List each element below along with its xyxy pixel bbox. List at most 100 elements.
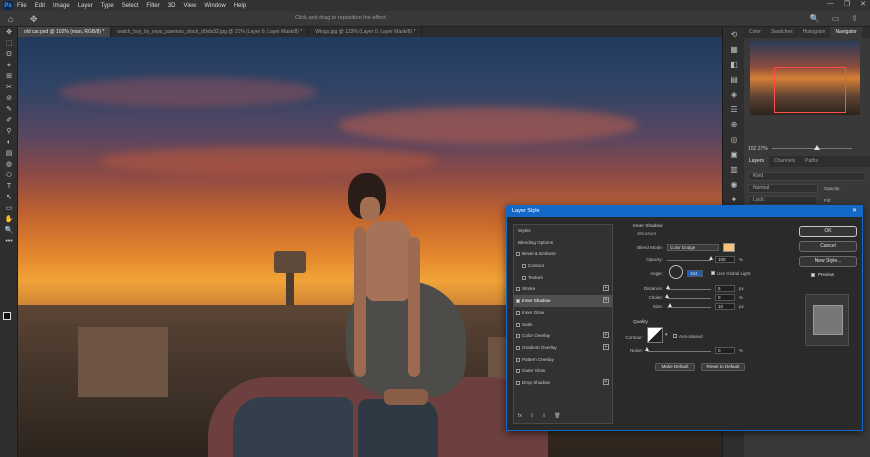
noise-slider[interactable] — [647, 351, 711, 352]
maximize-icon[interactable]: ❐ — [844, 0, 850, 8]
dialog-title-bar[interactable]: Layer Style ✕ — [507, 206, 862, 217]
size-slider-knob[interactable] — [668, 303, 673, 307]
ok-button[interactable]: OK — [799, 226, 857, 237]
info-icon[interactable]: ◎ — [723, 132, 745, 147]
fx-icon[interactable]: fx — [518, 413, 522, 419]
tab-layers[interactable]: Layers — [744, 156, 770, 167]
tab-wings[interactable]: Wings.jpg @ 133% (Layer 0, Layer Mask/8)… — [309, 27, 423, 37]
cancel-button[interactable]: Cancel — [799, 241, 857, 252]
search-icon[interactable]: 🔍 — [810, 14, 820, 23]
zoom-tool-icon[interactable]: 🔍 — [0, 225, 18, 236]
angle-dial[interactable] — [669, 265, 683, 279]
size-input[interactable]: 10 — [715, 303, 735, 310]
menu-layer[interactable]: Layer — [74, 3, 97, 9]
add-stroke-icon[interactable]: + — [603, 285, 609, 292]
blend-mode-select[interactable]: Color Dodge — [667, 244, 719, 251]
menu-window[interactable]: Window — [200, 3, 229, 9]
menu-select[interactable]: Select — [118, 3, 143, 9]
navigator-view-frame[interactable] — [774, 67, 846, 113]
brushes-icon[interactable]: ▣ — [723, 147, 745, 162]
navigator-zoom-slider[interactable] — [772, 148, 852, 149]
contour-picker[interactable] — [647, 327, 663, 343]
color-overlay-checkbox[interactable] — [516, 334, 520, 339]
tab-watch-boy[interactable]: watch_boy_by_esys_pawmas_stock_d0xfa32.j… — [111, 27, 310, 37]
pattern-overlay-checkbox[interactable] — [516, 357, 520, 362]
distance-input[interactable]: 5 — [715, 285, 735, 292]
make-default-button[interactable]: Make Default — [655, 363, 695, 371]
gradient-overlay-checkbox[interactable] — [516, 345, 520, 350]
chevron-down-icon[interactable]: ▾ — [665, 332, 668, 338]
add-color-overlay-icon[interactable]: + — [603, 332, 609, 339]
properties-icon[interactable]: ▦ — [723, 42, 745, 57]
marquee-tool-icon[interactable]: ⬚ — [0, 38, 18, 49]
gradient-tool-icon[interactable]: ◍ — [0, 159, 18, 170]
menu-type[interactable]: Type — [97, 3, 118, 9]
angle-input[interactable]: 104 — [687, 270, 703, 277]
use-global-light-checkbox[interactable] — [711, 271, 715, 275]
tab-color[interactable]: Color — [744, 27, 766, 38]
noise-slider-knob[interactable] — [644, 347, 649, 351]
contour-item[interactable]: Contour — [514, 260, 612, 272]
opacity-input[interactable]: 100 — [715, 256, 735, 263]
outer-glow-item[interactable]: Outer Glow — [514, 365, 612, 377]
size-slider[interactable] — [667, 307, 711, 308]
move-up-icon[interactable]: ⇧ — [530, 413, 534, 419]
choke-slider-knob[interactable] — [664, 294, 669, 298]
delete-effect-icon[interactable]: 🗑 — [554, 413, 560, 419]
eraser-tool-icon[interactable]: ▤ — [0, 148, 18, 159]
stroke-item[interactable]: Stroke + — [514, 283, 612, 295]
hand-tool-icon[interactable]: ✋ — [0, 214, 18, 225]
brush-tool-icon[interactable]: ✐ — [0, 115, 18, 126]
clone-source-icon[interactable]: ▥ — [723, 162, 745, 177]
foreground-color-swatch[interactable] — [3, 312, 11, 320]
blend-mode-select[interactable]: Normal — [748, 184, 818, 193]
quick-select-tool-icon[interactable]: ⌖ — [0, 60, 18, 71]
dodge-tool-icon[interactable]: ⬭ — [0, 170, 18, 181]
drop-shadow-item[interactable]: Drop Shadow + — [514, 377, 612, 389]
choke-input[interactable]: 0 — [715, 294, 735, 301]
path-select-tool-icon[interactable]: ↖ — [0, 192, 18, 203]
inner-shadow-checkbox[interactable] — [516, 299, 520, 304]
add-inner-shadow-icon[interactable]: + — [603, 297, 609, 304]
adjustments-icon[interactable]: ◧ — [723, 57, 745, 72]
rectangle-tool-icon[interactable]: ▭ — [0, 203, 18, 214]
move-tool-icon[interactable]: ✥ — [0, 27, 18, 38]
menu-edit[interactable]: Edit — [31, 3, 49, 9]
texture-item[interactable]: Texture — [514, 272, 612, 284]
history-icon[interactable]: ⟲ — [723, 27, 745, 42]
bevel-emboss-item[interactable]: Bevel & Emboss — [514, 248, 612, 260]
clone-stamp-tool-icon[interactable]: ⚲ — [0, 126, 18, 137]
more-tools-icon[interactable]: ••• — [0, 236, 18, 247]
move-down-icon[interactable]: ⇩ — [542, 413, 546, 419]
frame-tool-icon[interactable]: ⊘ — [0, 93, 18, 104]
opacity-slider-knob[interactable] — [708, 256, 713, 260]
navigator-icon[interactable]: ⊕ — [723, 117, 745, 132]
actions-icon[interactable]: ☰ — [723, 102, 745, 117]
type-tool-icon[interactable]: T — [0, 181, 18, 192]
libraries-icon[interactable]: ▤ — [723, 72, 745, 87]
move-tool-icon[interactable]: ✥ — [30, 14, 38, 25]
home-icon[interactable]: ⌂ — [8, 14, 13, 24]
share-icon[interactable]: ⇪ — [851, 14, 858, 23]
satin-item[interactable]: Satin — [514, 319, 612, 331]
tab-navigator[interactable]: Navigator — [830, 27, 862, 38]
tab-paths[interactable]: Paths — [800, 156, 823, 167]
styles-icon[interactable]: ◈ — [723, 87, 745, 102]
eyedropper-tool-icon[interactable]: ✎ — [0, 104, 18, 115]
stroke-checkbox[interactable] — [516, 287, 520, 292]
layer-filter-kind[interactable]: Kind — [748, 172, 866, 181]
tab-channels[interactable]: Channels — [769, 156, 800, 167]
menu-help[interactable]: Help — [230, 3, 250, 9]
noise-input[interactable]: 0 — [715, 347, 735, 354]
reset-to-default-button[interactable]: Reset to Default — [701, 363, 745, 371]
texture-checkbox[interactable] — [522, 275, 526, 280]
blending-options-item[interactable]: Blending Options — [514, 237, 612, 249]
workspace-icon[interactable]: ▭ — [832, 14, 840, 23]
new-style-button[interactable]: New Style... — [799, 256, 857, 267]
menu-3d[interactable]: 3D — [164, 3, 180, 9]
crop-tool-icon[interactable]: ⊞ — [0, 71, 18, 82]
shadow-color-swatch[interactable] — [723, 243, 735, 252]
drop-shadow-checkbox[interactable] — [516, 380, 520, 385]
tab-histogram[interactable]: Histogram — [798, 27, 831, 38]
contour-checkbox[interactable] — [522, 264, 526, 269]
